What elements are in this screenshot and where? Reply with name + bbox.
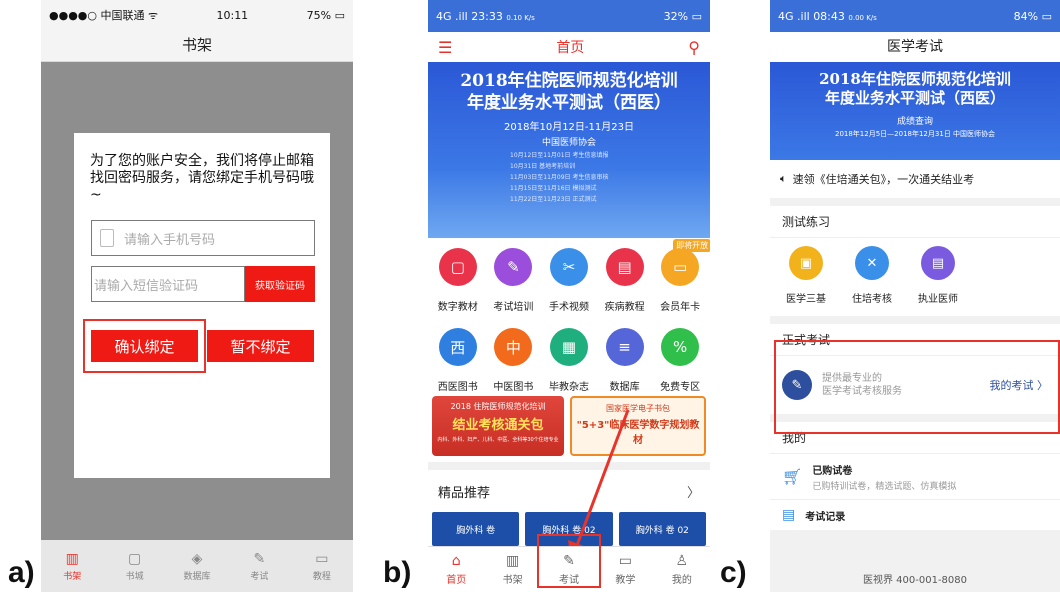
status-bar: 4G .ill 08:43 0.00 K/s 84% ▭ xyxy=(770,0,1060,32)
score-banner[interactable]: 2018年住院医师规范化培训 年度业务水平测试（西医） 成绩查询 2018年12… xyxy=(770,62,1060,160)
tab-label: 我的 xyxy=(671,575,692,586)
document-icon: ▤ xyxy=(782,507,796,523)
tab-label: 书架 xyxy=(502,575,523,586)
tab-label: 书架 xyxy=(63,571,82,582)
banner-dates: 2018年12月5日—2018年12月31日 中国医师协会 xyxy=(834,130,996,138)
tab-home[interactable]: ⌂ 首页 xyxy=(428,547,484,592)
panel-label-a: a) xyxy=(8,556,35,589)
speed-label: 0.00 K/s xyxy=(848,13,877,22)
home-icon: ⌂ xyxy=(451,553,461,569)
carrier-label: ●●●●○ 中国联通 ᯤ xyxy=(49,9,159,22)
battery-indicator: 75% ▭ xyxy=(306,8,345,22)
clock: 08:43 xyxy=(813,9,845,23)
teaching-icon: ▭ xyxy=(618,553,633,569)
practice-item-licensed[interactable]: ▤ 执业医师 xyxy=(914,238,962,316)
practice-section: 测试练习 ▣ 医学三基 ✕ 住培考核 ▤ 执业医师 xyxy=(770,206,1060,316)
phone-icon xyxy=(100,229,114,247)
phone-screen-c: 4G .ill 08:43 0.00 K/s 84% ▭ 医学考试 2018年住… xyxy=(770,0,1060,592)
tab-label: 首页 xyxy=(446,575,467,586)
practice-label: 执业医师 xyxy=(918,294,958,305)
tab-bookshelf[interactable]: ▥ 书架 xyxy=(484,547,540,592)
banner-title-1: 2018年住院医师规范化培训 xyxy=(819,70,1011,88)
layers-icon: ◈ xyxy=(191,550,203,567)
exam-icon: ✎ xyxy=(253,550,266,567)
phone-screen-a: ●●●●○ 中国联通 ᯤ 10:11 75% ▭ 书架 为了您的账户安全，我们将… xyxy=(41,0,353,592)
clock: 10:11 xyxy=(216,8,249,22)
battery-indicator: 84% ▭ xyxy=(1013,9,1052,23)
tab-tutorial[interactable]: ▭ 教程 xyxy=(291,540,353,592)
bind-phone-dialog: 为了您的账户安全，我们将停止邮箱找回密码服务，请您绑定手机号码哦~ 请输入手机号… xyxy=(74,133,330,478)
practice-label: 医学三基 xyxy=(786,294,826,305)
notice-text: 速领《住培通关包》，一次通关结业考 xyxy=(792,173,975,186)
row-text: 已购试卷 已购特训试卷，精选试题、仿真模拟 xyxy=(812,462,956,492)
tab-store[interactable]: ▢ 书城 xyxy=(103,540,165,592)
tab-label: 数据库 xyxy=(183,571,211,582)
status-bar: ●●●●○ 中国联通 ᯤ 10:11 75% ▭ xyxy=(41,0,353,30)
battery-percent: 75% xyxy=(306,8,332,22)
section-title: 测试练习 xyxy=(770,206,1060,238)
network-label: 4G .ill xyxy=(778,9,810,23)
profile-icon: ♙ xyxy=(675,553,689,569)
page-title: 书架 xyxy=(41,30,353,62)
get-code-button[interactable]: 获取验证码 xyxy=(245,266,315,302)
annotation-arrow xyxy=(568,409,630,560)
dialog-message: 为了您的账户安全，我们将停止邮箱找回密码服务，请您绑定手机号码哦~ xyxy=(90,153,314,203)
row-title: 考试记录 xyxy=(805,511,846,523)
phone-screen-b: 4G .ill 23:33 0.10 K/s 32% ▭ ☰ 首页 ⚲ 2018… xyxy=(428,0,710,592)
highlight-box xyxy=(774,340,1060,434)
panel-label-c: c) xyxy=(720,556,747,589)
store-icon: ▢ xyxy=(127,550,142,567)
tab-bookshelf[interactable]: ▥ 书架 xyxy=(41,540,103,592)
footer-hotline: 医视界 400-001-8080 xyxy=(862,575,968,586)
exam-record-row[interactable]: ▤ 考试记录 xyxy=(770,500,1060,530)
phone-input[interactable]: 请输入手机号码 xyxy=(91,220,315,256)
basics-icon: ▣ xyxy=(789,246,823,280)
highlight-box xyxy=(537,534,601,588)
banner-title-2: 年度业务水平测试（西医） xyxy=(824,89,1005,107)
tab-label: 教程 xyxy=(312,571,331,582)
banner-subtitle: 成绩查询 xyxy=(896,117,933,127)
cart-icon: 🛒︎ xyxy=(782,467,803,486)
row-subtitle: 已购特训试卷，精选试题、仿真模拟 xyxy=(812,481,957,492)
arrow-line xyxy=(574,409,630,549)
id-card-icon: ▤ xyxy=(921,246,955,280)
tab-label: 教学 xyxy=(615,575,636,586)
tab-label: 考试 xyxy=(250,571,269,582)
purchased-papers-row[interactable]: 🛒︎ 已购试卷 已购特训试卷，精选试题、仿真模拟 xyxy=(770,454,1060,500)
practice-item-basics[interactable]: ▣ 医学三基 xyxy=(782,238,830,316)
chart-icon: ✕ xyxy=(855,246,889,280)
tab-profile[interactable]: ♙ 我的 xyxy=(654,547,710,592)
mine-section: 我的 🛒︎ 已购试卷 已购特训试卷，精选试题、仿真模拟 ▤ 考试记录 xyxy=(770,422,1060,530)
skip-bind-button[interactable]: 暂不绑定 xyxy=(207,330,314,362)
practice-list: ▣ 医学三基 ✕ 住培考核 ▤ 执业医师 xyxy=(770,238,1060,316)
bookshelf-icon: ▥ xyxy=(505,553,520,569)
sms-input-placeholder: 请输入短信验证码 xyxy=(94,278,199,294)
tab-database[interactable]: ◈ 数据库 xyxy=(166,540,228,592)
speaker-icon: 🔈︎ xyxy=(780,172,787,185)
network-indicator: 4G .ill 08:43 0.00 K/s xyxy=(778,10,877,23)
highlight-box xyxy=(83,319,206,373)
notice-bar[interactable]: 🔈︎ 速领《住培通关包》，一次通关结业考 xyxy=(770,160,1060,198)
tab-teaching[interactable]: ▭ 教学 xyxy=(597,547,653,592)
practice-label: 住培考核 xyxy=(852,294,892,305)
tab-exam[interactable]: ✎ 考试 xyxy=(228,540,290,592)
figure: a) b) c) ●●●●○ 中国联通 ᯤ 10:11 75% ▭ 书架 为了您… xyxy=(0,0,1060,592)
battery-percent: 84% xyxy=(1013,9,1039,23)
tab-bar: ▥ 书架 ▢ 书城 ◈ 数据库 ✎ 考试 ▭ 教程 xyxy=(41,540,353,592)
phone-input-placeholder: 请输入手机号码 xyxy=(124,232,216,248)
sms-code-input[interactable]: 请输入短信验证码 xyxy=(91,266,245,302)
bookshelf-icon: ▥ xyxy=(65,550,79,567)
row-title: 已购试卷 xyxy=(812,465,853,477)
page-title: 医学考试 xyxy=(770,32,1060,62)
video-icon: ▭ xyxy=(315,550,329,567)
practice-item-residency[interactable]: ✕ 住培考核 xyxy=(848,238,896,316)
panel-label-b: b) xyxy=(383,556,412,589)
tab-label: 书城 xyxy=(125,571,144,582)
